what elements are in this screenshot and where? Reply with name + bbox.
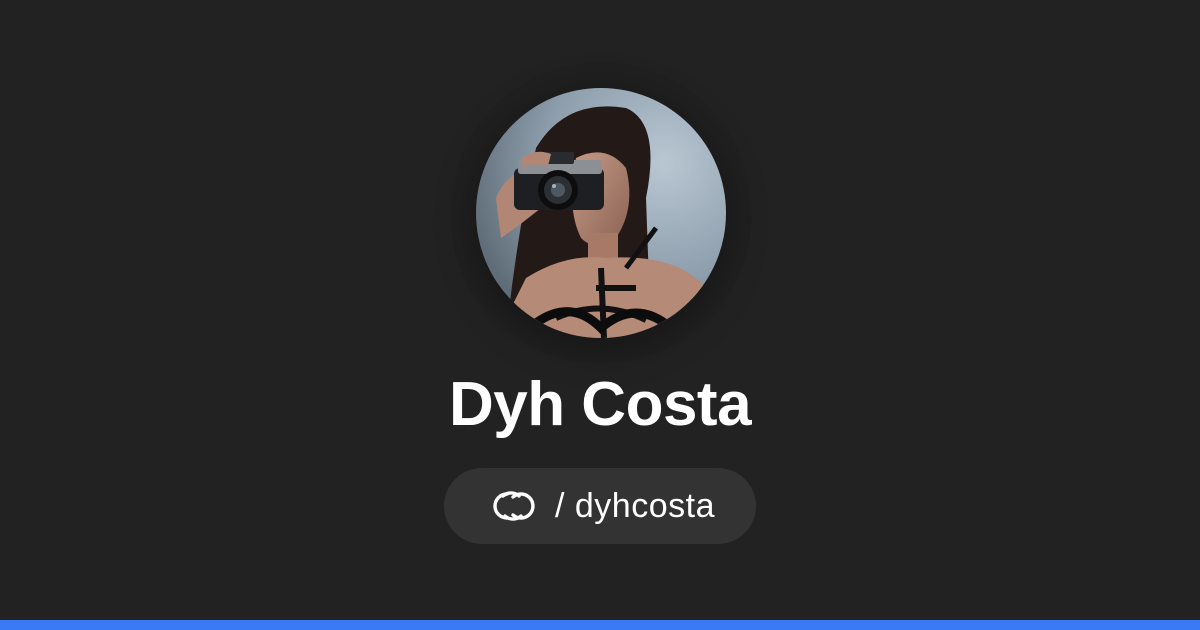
profile-name: Dyh Costa	[448, 370, 752, 439]
accent-bar	[0, 620, 1200, 630]
avatar	[476, 88, 726, 338]
avatar-photo	[476, 88, 726, 338]
profile-card: Dyh Costa / dyhcosta	[0, 0, 1200, 620]
linked-rings-icon	[485, 488, 541, 524]
profile-handle-link[interactable]: / dyhcosta	[444, 468, 756, 544]
profile-handle: / dyhcosta	[555, 487, 715, 525]
